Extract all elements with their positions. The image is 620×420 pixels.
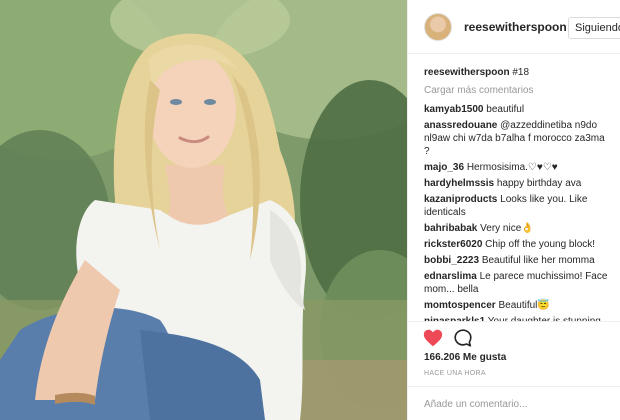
comment-username[interactable]: momtospencer [424,300,496,311]
header-username-wrap: reesewitherspoon [464,20,581,34]
post-actions: 166.206 Me gusta HACE UNA HORA [408,321,620,420]
comment-bubble-icon[interactable] [452,327,474,349]
comment-row: ednarslima Le parece muchissimo! Face mo… [424,270,609,296]
caption-text[interactable]: #18 [512,67,529,78]
comment-container: kamyab1500 beautiful anassredouane @azzed… [424,103,609,321]
comment-text: Beautiful😇 [498,300,550,311]
comment-text: Hermosisima.♡♥♡♥ [466,162,558,173]
heart-icon[interactable] [422,327,444,349]
comment-username[interactable]: majo_36 [424,162,464,173]
comment-row: anassredouane @azzeddinetiba n9do nl9aw … [424,119,609,158]
comment-row: majo_36 Hermosisima.♡♥♡♥ [424,161,609,174]
photo-illustration [0,0,407,420]
caption: reesewitherspoon #18 [424,66,609,80]
comment-row: kamyab1500 beautiful [424,103,609,116]
comment-row: bobbi_2223 Beautiful like her momma [424,254,609,267]
comment-row: rickster6020 Chip off the young block! [424,238,609,251]
comment-username[interactable]: hardyhelmssis [424,178,494,189]
add-comment-input[interactable] [424,398,614,410]
comment-row: bahribabak Very nice👌 [424,222,609,235]
following-button[interactable]: Siguiendo [568,17,620,39]
comment-username[interactable]: anassredouane [424,120,497,131]
post-timestamp[interactable]: HACE UNA HORA [424,370,486,377]
comment-text: Very nice👌 [480,223,534,234]
comment-username[interactable]: kazaniproducts [424,194,497,205]
comment-username[interactable]: bahribabak [424,223,477,234]
caption-username[interactable]: reesewitherspoon [424,67,510,78]
add-comment-box [408,386,620,420]
comment-text: Beautiful like her momma [481,255,595,266]
comment-text: happy birthday ava [496,178,582,189]
load-more-comments-link[interactable]: Cargar más comentarios [424,85,609,96]
likes-count[interactable]: 166.206 Me gusta [424,352,506,363]
post-details-panel: reesewitherspoon Siguiendo reesewithersp… [407,0,620,420]
header-username[interactable]: reesewitherspoon [464,20,567,34]
avatar[interactable] [424,12,452,41]
comment-text: beautiful [486,104,525,115]
comment-username[interactable]: ednarslima [424,271,477,282]
comment-row: momtospencer Beautiful😇 [424,299,609,312]
post-photo[interactable] [0,0,407,420]
post-header: reesewitherspoon Siguiendo [408,0,620,54]
comments-list[interactable]: reesewitherspoon #18 Cargar más comentar… [408,54,620,321]
comment-row: hardyhelmssis happy birthday ava [424,177,609,190]
comment-text: Chip off the young block! [485,239,596,250]
comment-username[interactable]: bobbi_2223 [424,255,479,266]
comment-row: kazaniproducts Looks like you. Like iden… [424,193,609,219]
comment-username[interactable]: rickster6020 [424,239,482,250]
comment-username[interactable]: kamyab1500 [424,104,484,115]
